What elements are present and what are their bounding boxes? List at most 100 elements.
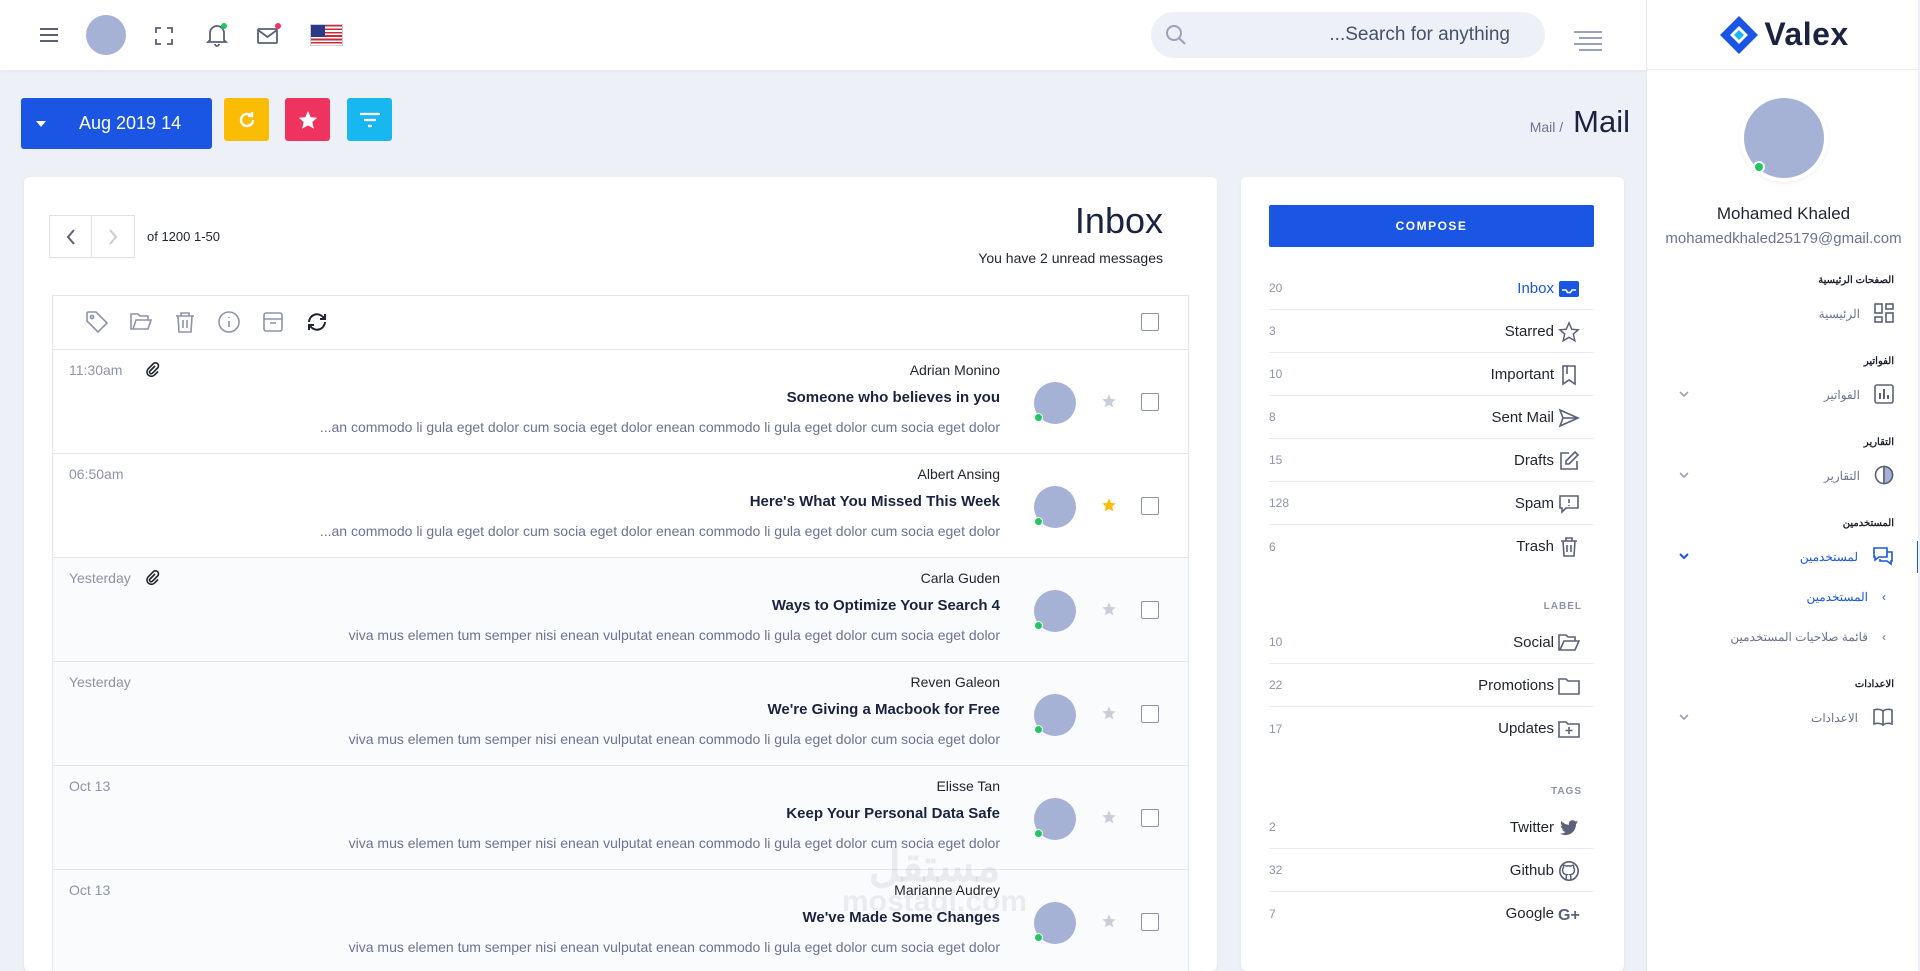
sender-avatar bbox=[1034, 798, 1076, 840]
folder-item-github[interactable]: 32 Github bbox=[1269, 849, 1594, 892]
sidebar-item[interactable]: التقارير bbox=[1647, 456, 1920, 496]
folder-item-updates[interactable]: 17 Updates bbox=[1269, 707, 1594, 750]
folder-item-sent-mail[interactable]: 8 Sent Mail bbox=[1269, 396, 1594, 439]
mail-subject[interactable]: We've Made Some Changes bbox=[802, 909, 1000, 926]
folder-count: 20 bbox=[1269, 281, 1283, 295]
folder-item-drafts[interactable]: 15 Drafts bbox=[1269, 439, 1594, 482]
chevron-down-icon[interactable] bbox=[1677, 468, 1693, 484]
folder-count: 7 bbox=[1269, 906, 1276, 921]
fullscreen-icon[interactable] bbox=[154, 26, 174, 46]
mail-row[interactable]: 06:50am Albert Ansing Here's What You Miss… bbox=[53, 454, 1188, 558]
header-avatar[interactable] bbox=[86, 15, 126, 55]
compose-button[interactable]: COMPOSE bbox=[1269, 205, 1594, 247]
nav-section-title: الاعدادات bbox=[1854, 679, 1894, 690]
us-flag-icon[interactable] bbox=[310, 24, 343, 46]
mail-row[interactable]: Oct 13 Marianne Audrey We've Made Some Cha… bbox=[53, 870, 1188, 971]
sidebar-subitem[interactable]: المستخدمين ‹ bbox=[1647, 577, 1920, 617]
notification-bell-icon[interactable] bbox=[205, 22, 229, 48]
filter-icon bbox=[359, 112, 380, 127]
star-toggle-icon[interactable] bbox=[1101, 601, 1117, 622]
mail-row[interactable]: 11:30am Adrian Monino Someone who believes… bbox=[53, 350, 1188, 454]
folder-name: Promotions bbox=[1478, 676, 1554, 694]
menu-toggle-icon[interactable] bbox=[38, 25, 60, 45]
folder-item-important[interactable]: 10 Important bbox=[1269, 353, 1594, 396]
trash-icon[interactable] bbox=[173, 310, 197, 334]
mail-row[interactable]: Yesterday Reven Galeon We're Giving a Macb… bbox=[53, 662, 1188, 766]
mail-icon[interactable] bbox=[256, 22, 282, 46]
folder-name: Trash bbox=[1516, 538, 1554, 555]
sidebar-item-label: لمستخدمين bbox=[1799, 550, 1858, 564]
next-page-button[interactable] bbox=[92, 215, 135, 258]
mail-time: Oct 13 bbox=[69, 882, 111, 898]
mail-subject[interactable]: Someone who believes in you bbox=[787, 389, 1000, 406]
mail-row[interactable]: Yesterday Carla Guden Ways to Optimize You… bbox=[53, 558, 1188, 662]
sender-avatar bbox=[1034, 382, 1076, 424]
folder-item-trash[interactable]: 6 Trash bbox=[1269, 525, 1594, 568]
folder-item-spam[interactable]: 128 Spam bbox=[1269, 482, 1594, 525]
mail-select-checkbox[interactable] bbox=[1141, 393, 1159, 411]
date-dropdown-button[interactable]: Aug 2019 14 bbox=[21, 98, 212, 149]
online-status-dot bbox=[1034, 725, 1043, 734]
folder-list: 20 Inbox 3 Starred 10 Important 8 Sent Mail 15 Dr… bbox=[1269, 267, 1594, 568]
mail-sender: Carla Guden bbox=[920, 570, 1000, 586]
breadcrumb-parent[interactable]: Mail / bbox=[1530, 119, 1563, 135]
mail-subject[interactable]: Keep Your Personal Data Safe bbox=[786, 805, 1000, 822]
archive-icon[interactable] bbox=[261, 310, 285, 334]
star-toggle-icon[interactable] bbox=[1101, 913, 1117, 934]
chevron-down-icon[interactable] bbox=[1677, 710, 1693, 726]
sidebar-item[interactable]: الرئيسية bbox=[1647, 294, 1920, 334]
folder-name: Important bbox=[1490, 365, 1554, 383]
folder-item-promotions[interactable]: 22 Promotions bbox=[1269, 664, 1594, 707]
star-toggle-icon[interactable] bbox=[1101, 705, 1117, 726]
refresh-button[interactable] bbox=[224, 98, 269, 141]
brand-logo[interactable]: Valex bbox=[1647, 0, 1920, 70]
prev-page-button[interactable] bbox=[49, 215, 92, 258]
filter-button[interactable] bbox=[347, 98, 392, 141]
mail-snippet: viva mus elemen tum semper nisi enean vu… bbox=[348, 939, 1000, 955]
chevron-down-icon[interactable] bbox=[1677, 387, 1693, 403]
profile-avatar[interactable] bbox=[1743, 98, 1824, 178]
sidebar-item[interactable]: الاعدادات bbox=[1647, 698, 1920, 738]
nav-section-title: المستخدمين bbox=[1842, 518, 1894, 529]
chevron-left-icon bbox=[66, 228, 75, 245]
starred-button[interactable] bbox=[285, 98, 330, 141]
refresh-icon bbox=[239, 111, 254, 127]
search-icon[interactable] bbox=[1165, 24, 1187, 46]
star-toggle-icon[interactable] bbox=[1101, 809, 1117, 830]
mail-subject[interactable]: Here's What You Missed This Week bbox=[750, 493, 1000, 510]
mail-select-checkbox[interactable] bbox=[1141, 913, 1159, 931]
mail-select-checkbox[interactable] bbox=[1141, 809, 1159, 827]
sync-icon[interactable] bbox=[305, 310, 329, 334]
mail-select-checkbox[interactable] bbox=[1141, 497, 1159, 515]
mail-row[interactable]: Oct 13 Elisse Tan Keep Your Personal Data … bbox=[53, 766, 1188, 870]
dashboard-icon bbox=[1874, 302, 1894, 326]
search-input[interactable] bbox=[1151, 12, 1545, 58]
folder-item-twitter[interactable]: 2 Twitter bbox=[1269, 806, 1594, 849]
mail-select-checkbox[interactable] bbox=[1141, 705, 1159, 723]
folder-item-starred[interactable]: 3 Starred bbox=[1269, 310, 1594, 353]
mail-subject[interactable]: Ways to Optimize Your Search 4 bbox=[772, 597, 1000, 614]
unread-count: You have 2 unread messages bbox=[978, 250, 1163, 266]
info-icon[interactable] bbox=[217, 310, 241, 334]
folder-count: 17 bbox=[1269, 721, 1283, 736]
sidebar-item-label: الفواتير bbox=[1823, 388, 1860, 402]
chevron-down-icon[interactable] bbox=[1677, 549, 1693, 565]
star-toggle-icon[interactable] bbox=[1101, 497, 1117, 518]
tag-icon[interactable] bbox=[85, 310, 109, 334]
sidebar-item[interactable]: الفواتير bbox=[1647, 375, 1920, 415]
select-all-checkbox[interactable] bbox=[1141, 313, 1159, 331]
sidebar-subitem[interactable]: قائمة صلاحيات المستخدمين ‹ bbox=[1647, 617, 1920, 657]
folder-item-inbox[interactable]: 20 Inbox bbox=[1269, 267, 1594, 310]
mail-select-checkbox[interactable] bbox=[1141, 601, 1159, 619]
folder-open-icon[interactable] bbox=[129, 310, 153, 334]
mail-subject[interactable]: We're Giving a Macbook for Free bbox=[767, 701, 1000, 718]
sidebar-toggle-icon[interactable] bbox=[1573, 30, 1603, 57]
folder-item-social[interactable]: 10 Social bbox=[1269, 621, 1594, 664]
folder-count: 10 bbox=[1269, 367, 1283, 381]
sidebar-item[interactable]: لمستخدمين bbox=[1647, 537, 1920, 577]
attachment-icon bbox=[145, 570, 161, 591]
breadcrumb: Mail / Mail bbox=[1530, 104, 1630, 140]
star-toggle-icon[interactable] bbox=[1101, 393, 1117, 414]
folder-item-google[interactable]: 7 Google G+ bbox=[1269, 892, 1594, 935]
svg-text:G+: G+ bbox=[1558, 907, 1580, 924]
